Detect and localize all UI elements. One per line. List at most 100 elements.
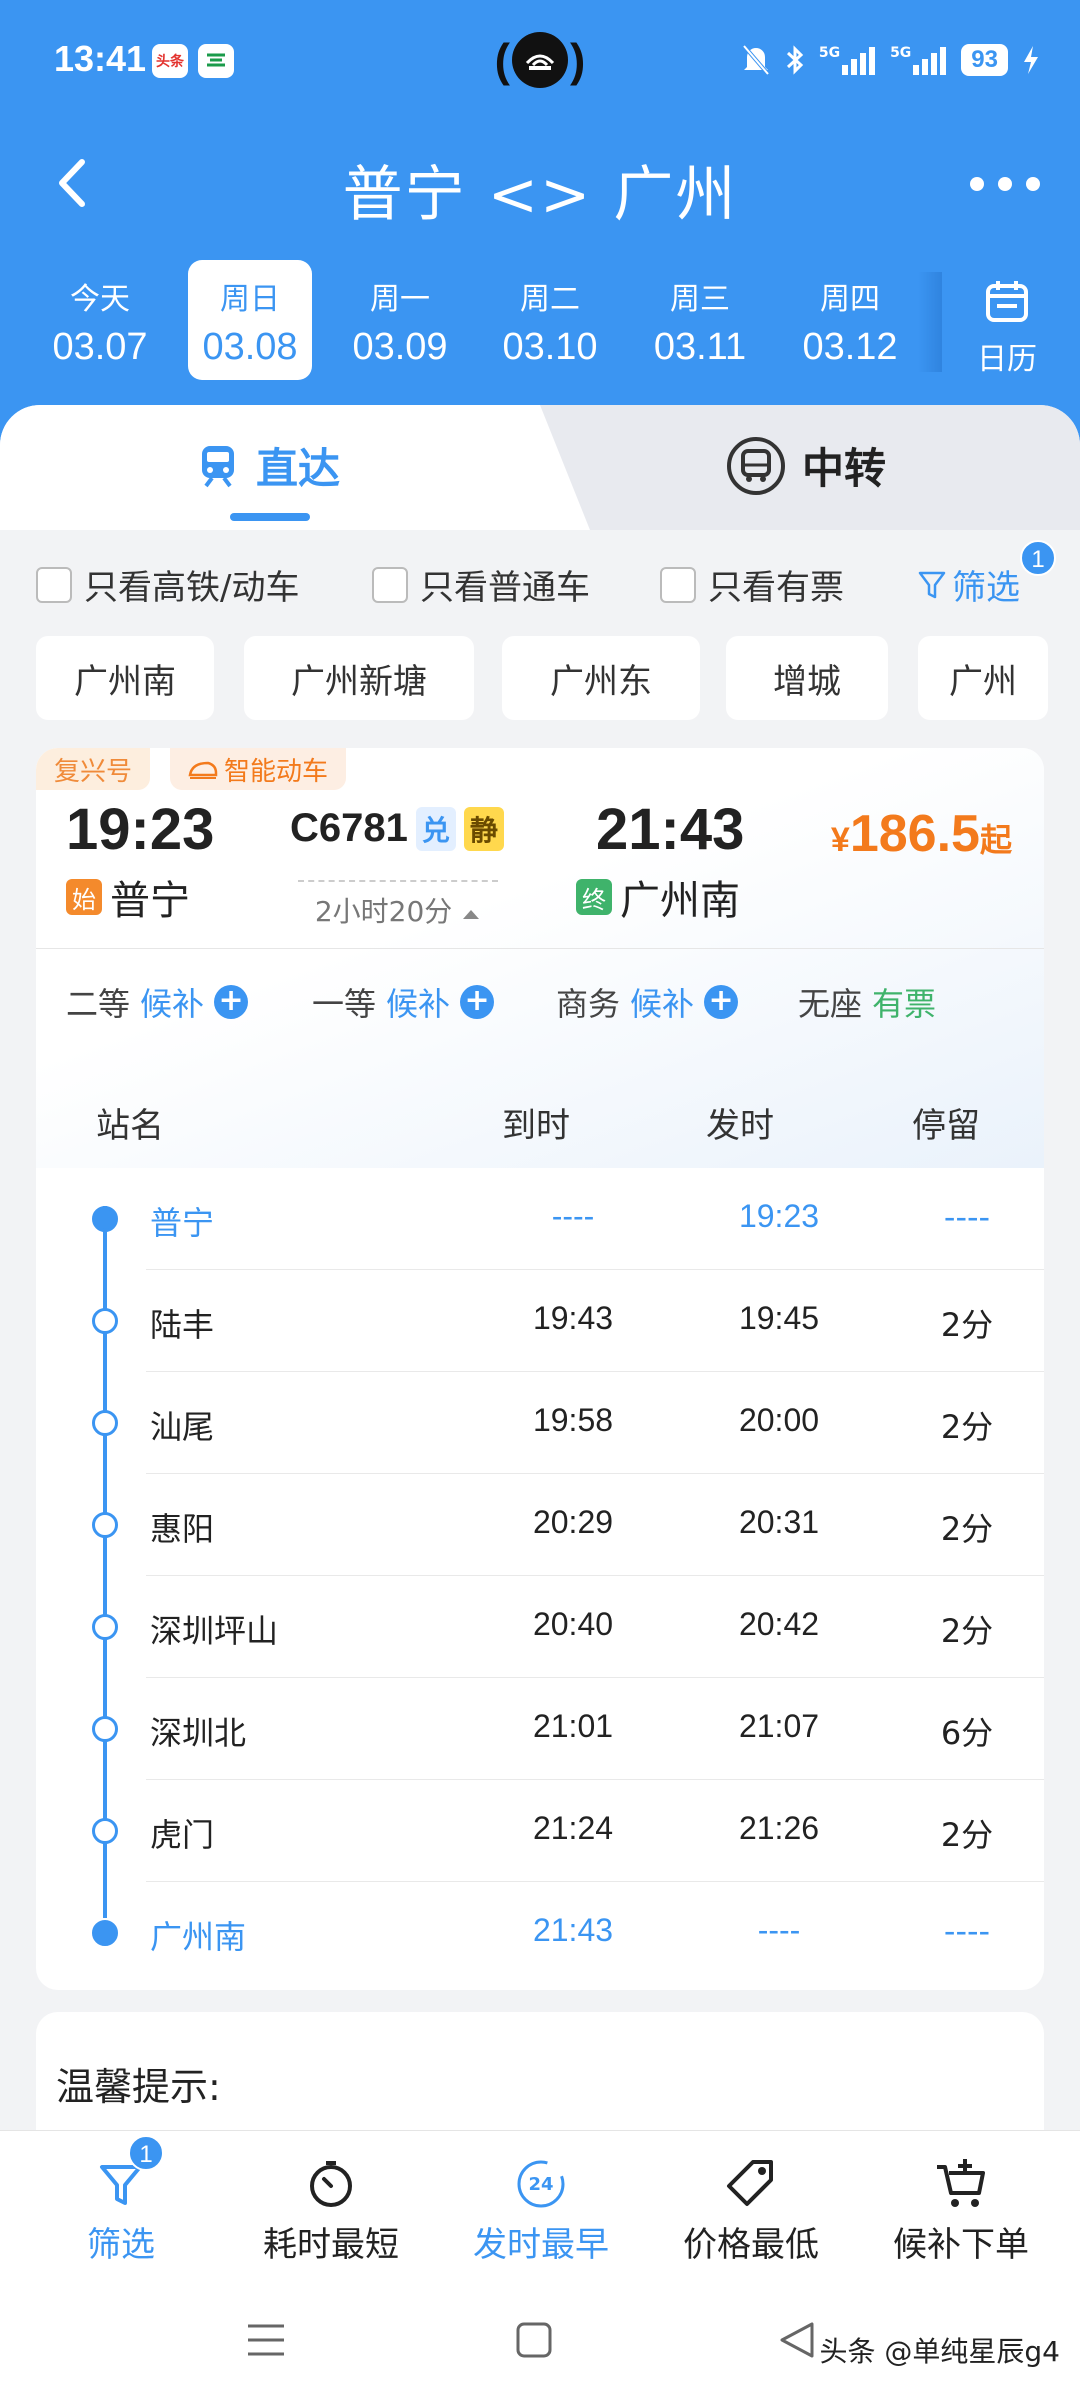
seat-business-class[interactable]: 商务 候补 + xyxy=(556,979,739,1025)
stop-node xyxy=(92,1308,118,1334)
more-dot xyxy=(1026,177,1040,191)
stop-row: 普宁 ---- 19:23 ---- xyxy=(36,1168,1044,1270)
toutiao-app-icon: 头条 xyxy=(152,44,188,78)
cart-plus-icon xyxy=(937,2159,985,2207)
stop-table-header: 站名 到时 发时 停留 xyxy=(36,1068,1044,1168)
departure-station: 始 普宁 xyxy=(66,868,190,926)
sort-cheapest-button[interactable]: 价格最低 xyxy=(646,2151,856,2266)
col-stay: 停留 xyxy=(912,1106,980,1146)
station-chip[interactable]: 广州南 xyxy=(36,636,214,720)
stop-node xyxy=(92,1512,118,1538)
duration[interactable]: 2小时20分 xyxy=(298,880,498,930)
stop-row: 汕尾 19:58 20:00 2分 xyxy=(36,1372,1044,1474)
seat-first-class[interactable]: 一等 候补 + xyxy=(312,979,495,1025)
fuxing-tag: 复兴号 xyxy=(36,748,151,790)
stop-row: 虎门 21:24 21:26 2分 xyxy=(36,1780,1044,1882)
tab-active-indicator xyxy=(230,513,310,521)
bus-icon xyxy=(727,436,785,495)
departure-time: 19:23 xyxy=(66,797,215,862)
price: ¥ 186.5 起 xyxy=(830,805,1012,863)
filter-row: 只看高铁/动车 只看普通车 只看有票 筛选 1 xyxy=(0,530,1080,630)
stop-node xyxy=(92,1206,118,1232)
filter-button[interactable]: 筛选 xyxy=(918,560,1020,609)
only-normal-checkbox[interactable]: 只看普通车 xyxy=(372,560,590,609)
date-tab[interactable]: 周一 03.09 xyxy=(338,260,462,380)
sort-earliest-button[interactable]: 24 发时最早 xyxy=(436,2151,646,2266)
stop-row: 陆丰 19:43 19:45 2分 xyxy=(36,1270,1044,1372)
stop-row: 惠阳 20:29 20:31 2分 xyxy=(36,1474,1044,1576)
checkbox-box xyxy=(660,566,696,603)
timer-icon xyxy=(310,2161,352,2207)
waitlist-plus-icon: + xyxy=(460,985,495,1019)
date-tab[interactable]: 周三 03.11 xyxy=(638,260,762,380)
seat-no-seat[interactable]: 无座 有票 xyxy=(798,979,936,1025)
filter-count-badge: 1 xyxy=(128,2135,164,2171)
date-tab[interactable]: 今天 03.07 xyxy=(38,260,162,380)
date-tab[interactable]: 周四 03.12 xyxy=(788,260,912,380)
waitlist-order-button[interactable]: 候补下单 xyxy=(856,2151,1066,2266)
col-depart: 发时 xyxy=(706,1106,774,1146)
arrival-time: 21:43 xyxy=(596,797,745,862)
terminal-mark: 终 xyxy=(576,879,612,915)
redeem-badge: 兑 xyxy=(415,806,456,851)
route-type-tabs: 中转 直达 xyxy=(0,405,1080,530)
status-icons: 5G 5G 93 xyxy=(741,38,1040,82)
stop-row: 深圳坪山 20:40 20:42 2分 xyxy=(36,1576,1044,1678)
train-summary: 复兴号 智能动车 19:23 C6781 兑 静 2小时20分 21:43 始 … xyxy=(36,748,1044,1168)
date-tab[interactable]: 周二 03.10 xyxy=(488,260,612,380)
stop-node xyxy=(92,1716,118,1742)
seat-second-class[interactable]: 二等 候补 + xyxy=(66,979,249,1025)
home-icon[interactable] xyxy=(514,2320,554,2360)
charging-icon xyxy=(1024,46,1038,74)
signal-icon-2: 5G xyxy=(890,45,947,75)
calendar-button[interactable]: 日历 xyxy=(952,270,1062,380)
stop-node xyxy=(92,1614,118,1640)
smart-train-tag: 智能动车 xyxy=(170,748,347,790)
arrival-station: 终 广州南 xyxy=(576,868,740,926)
checkbox-box xyxy=(372,566,408,603)
station-chip[interactable]: 广州东 xyxy=(502,636,700,720)
waitlist-plus-icon: + xyxy=(704,985,739,1019)
back-triangle-icon[interactable] xyxy=(778,2320,818,2360)
stop-row: 广州南 21:43 ---- ---- xyxy=(36,1882,1044,1984)
only-highspeed-checkbox[interactable]: 只看高铁/动车 xyxy=(36,560,299,609)
only-available-checkbox[interactable]: 只看有票 xyxy=(660,560,844,609)
train-small-icon xyxy=(188,761,218,779)
watermark: 头条 @单纯星辰g4 xyxy=(819,2335,1061,2368)
more-dot xyxy=(998,177,1012,191)
tips-title: 温馨提示: xyxy=(56,2065,221,2109)
station-chip[interactable]: 增城 xyxy=(726,636,888,720)
caret-up-icon xyxy=(463,910,480,919)
mute-icon xyxy=(742,44,770,76)
tab-transfer-label: 中转 xyxy=(802,444,887,493)
checkbox-box xyxy=(36,566,72,603)
train-number: C6781 兑 静 xyxy=(290,806,504,851)
sort-filter-button[interactable]: 筛选 xyxy=(16,2151,226,2266)
post-app-icon xyxy=(198,44,234,78)
train-card[interactable]: 复兴号 智能动车 19:23 C6781 兑 静 2小时20分 21:43 始 … xyxy=(36,748,1044,1990)
tab-direct[interactable]: 直达 xyxy=(0,405,590,530)
station-chip[interactable]: 广州 xyxy=(918,636,1048,720)
status-bar: 13:41 头条 ( ) 5G 5G 93 xyxy=(0,0,1080,120)
stop-node xyxy=(92,1410,118,1436)
station-chip[interactable]: 广州新塘 xyxy=(244,636,474,720)
calendar-icon xyxy=(986,281,1028,322)
stop-row: 深圳北 21:01 21:07 6分 xyxy=(36,1678,1044,1780)
more-button[interactable] xyxy=(970,172,1040,196)
date-tab-selected[interactable]: 周日 03.08 xyxy=(188,260,312,380)
station-filter-chips: 广州南 广州新塘 广州东 增城 广州 xyxy=(0,636,1080,720)
sort-shortest-button[interactable]: 耗时最短 xyxy=(226,2151,436,2266)
more-dot xyxy=(970,177,984,191)
page-title: 普宁 <> 广州 xyxy=(342,160,738,230)
price-tag-icon xyxy=(727,2160,773,2206)
origin-mark: 始 xyxy=(66,879,102,915)
tab-transfer[interactable]: 中转 xyxy=(540,405,1080,530)
menu-icon[interactable] xyxy=(244,2320,288,2360)
bluetooth-icon xyxy=(786,45,803,75)
date-scroll-fade xyxy=(918,272,942,372)
status-time: 13:41 xyxy=(54,38,147,79)
stop-node xyxy=(92,1920,118,1946)
navbar: 普宁 <> 广州 xyxy=(0,128,1080,238)
bottom-action-bar: 筛选 1 耗时最短 24 发时最早 价格最低 候补下单 xyxy=(0,2130,1080,2280)
signal-icon-1: 5G xyxy=(819,45,876,75)
